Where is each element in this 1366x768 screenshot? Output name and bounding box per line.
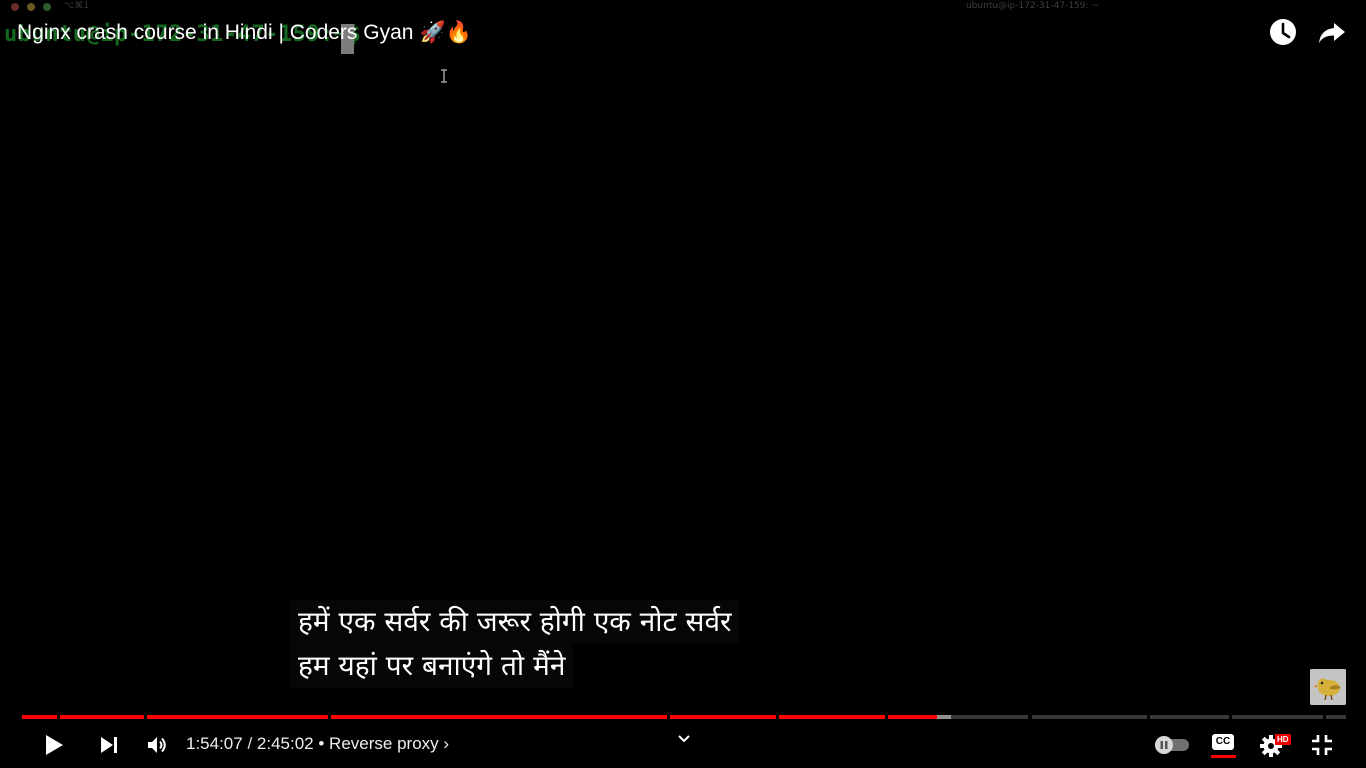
hd-badge: HD xyxy=(1275,734,1291,745)
share-arrow-icon xyxy=(1319,23,1345,43)
current-time: 1:54:07 xyxy=(186,734,243,753)
close-dot xyxy=(11,3,19,11)
play-icon xyxy=(46,735,63,755)
chapter-title[interactable]: Reverse proxy xyxy=(329,734,439,753)
exit-fullscreen-icon xyxy=(1312,735,1332,755)
cc-icon: CC xyxy=(1212,734,1234,750)
chapter-segment[interactable] xyxy=(669,715,777,719)
chapter-segment[interactable] xyxy=(779,715,886,719)
settings-button[interactable]: HD xyxy=(1259,730,1295,762)
caption-line-2: हम यहां पर बनाएंगे तो मैंने xyxy=(290,644,574,688)
played-portion xyxy=(22,715,57,719)
video-title[interactable]: Nginx crash course in Hindi | Coders Gya… xyxy=(17,21,413,45)
bird-logo-icon xyxy=(1310,669,1346,705)
terminal-window-title: ubuntu@ip-172-31-47-159: ~ xyxy=(966,1,1099,11)
chapter-segment[interactable] xyxy=(1031,715,1148,719)
chapter-segment[interactable] xyxy=(888,715,1029,719)
video-title-row[interactable]: Nginx crash course in Hindi | Coders Gya… xyxy=(17,18,472,48)
chapter-segment[interactable] xyxy=(1231,715,1323,719)
duration: 2:45:02 xyxy=(256,734,314,753)
chevron-down-icon[interactable] xyxy=(675,730,693,748)
next-button[interactable] xyxy=(92,728,126,762)
chapter-segment[interactable] xyxy=(1325,715,1346,719)
maximize-dot xyxy=(43,3,51,11)
played-portion xyxy=(779,715,886,719)
played-portion xyxy=(669,715,777,719)
volume-icon xyxy=(148,737,166,753)
chapter-segment[interactable] xyxy=(22,715,57,719)
played-portion xyxy=(59,715,145,719)
subtitles-button[interactable]: CC xyxy=(1207,730,1241,762)
watch-later-button[interactable] xyxy=(1265,14,1301,50)
volume-button[interactable] xyxy=(140,728,174,762)
chapter-segment[interactable] xyxy=(147,715,328,719)
chapter-dot: • xyxy=(313,734,330,753)
clock-icon xyxy=(1270,19,1296,45)
time-display: 1:54:07 / 2:45:02 • Reverse proxy › xyxy=(186,734,449,754)
chapter-segment[interactable] xyxy=(331,715,667,719)
chapter-chevron-icon[interactable]: › xyxy=(443,734,449,753)
played-portion xyxy=(888,715,937,719)
played-portion xyxy=(331,715,667,719)
title-emoji: 🚀🔥 xyxy=(419,21,472,44)
channel-watermark[interactable] xyxy=(1310,669,1346,705)
chapter-segment[interactable] xyxy=(1150,715,1229,719)
chapter-segment[interactable] xyxy=(59,715,145,719)
player-controls: 1:54:07 / 2:45:02 • Reverse proxy › CC H… xyxy=(0,722,1366,768)
progress-bar[interactable] xyxy=(22,715,1346,719)
cc-active-indicator xyxy=(1211,755,1236,758)
minimize-dot xyxy=(27,3,35,11)
exit-fullscreen-button[interactable] xyxy=(1306,728,1338,762)
ibeam-cursor-icon xyxy=(441,69,447,83)
caption-line-1: हमें एक सर्वर की जरूर होगी एक नोट सर्वर xyxy=(290,600,740,644)
play-button[interactable] xyxy=(36,728,70,762)
terminal-shortcut: ⌥⌘1 xyxy=(64,1,90,11)
share-button[interactable] xyxy=(1314,14,1350,50)
video-surface[interactable]: ⌥⌘1 ubuntu@ip-172-31-47-159: ~ ubuntu@ip… xyxy=(0,0,1366,768)
terminal-titlebar: ⌥⌘1 ubuntu@ip-172-31-47-159: ~ xyxy=(0,0,1366,14)
autoplay-toggle[interactable] xyxy=(1153,734,1191,754)
skip-next-icon xyxy=(101,737,117,753)
caption-window: हमें एक सर्वर की जरूर होगी एक नोट सर्वर … xyxy=(290,600,740,688)
played-portion xyxy=(147,715,328,719)
time-separator: / xyxy=(242,734,257,753)
